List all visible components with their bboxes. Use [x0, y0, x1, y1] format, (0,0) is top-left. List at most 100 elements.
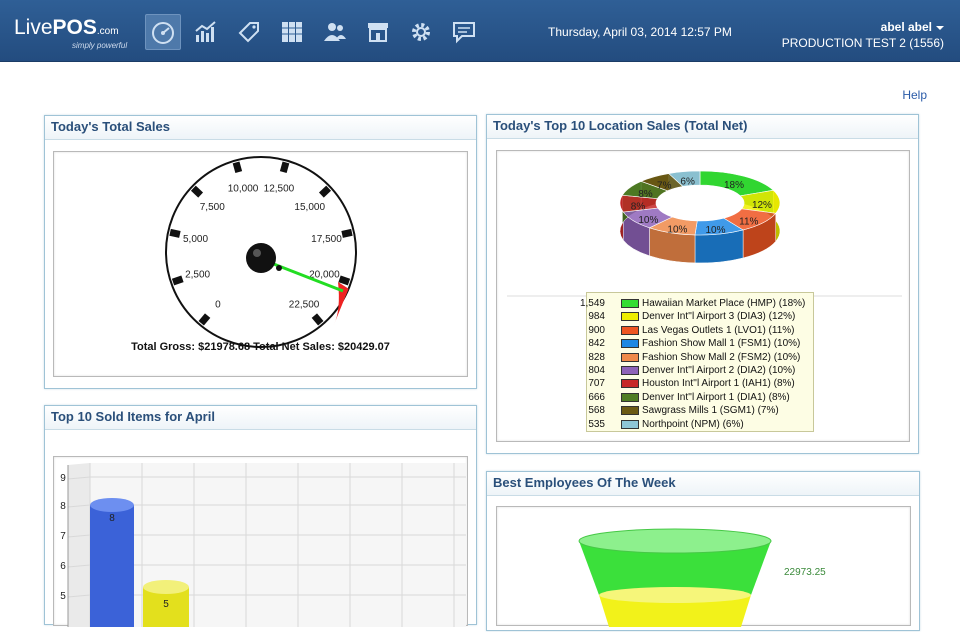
store-icon: [368, 23, 388, 42]
legend-swatch: [621, 366, 639, 375]
user-name: abel abel: [880, 20, 932, 34]
gauge-tick-label: 0: [215, 299, 221, 310]
gauge-tick: [279, 161, 290, 173]
gauge-tick-label: 7,500: [200, 202, 225, 213]
panel-title: Top 10 Sold Items for April: [45, 406, 476, 430]
y-axis-tick-label: 5: [60, 591, 66, 602]
donut-slice-label: 8%: [638, 189, 653, 200]
legend-value: 984: [588, 311, 605, 323]
legend-label: Denver Int''l Airport 2 (DIA2) (10%): [642, 365, 796, 376]
donut-slice-label: 7%: [657, 181, 672, 192]
legend-label: Fashion Show Mall 1 (FSM1) (10%): [642, 338, 801, 350]
donut-slice-label: 11%: [739, 216, 758, 227]
donut-slice-label: 8%: [631, 202, 646, 213]
top-items-bar-chart: 9 8 7 6 5 8 5: [60, 463, 466, 627]
legend-item[interactable]: 842 Fashion Show Mall 1 (FSM1) (10%): [587, 337, 813, 350]
y-axis-tick-label: 8: [60, 501, 66, 512]
gauge-tick-label: 15,000: [294, 202, 325, 213]
gauge-tick-label: 22,500: [289, 299, 320, 310]
gauge-tick: [198, 313, 211, 326]
price-tag-icon: [238, 22, 259, 43]
legend-swatch: [621, 419, 639, 429]
legend-swatch: [621, 406, 639, 416]
legend-item[interactable]: 535 Northpoint (NPM) (6%): [587, 418, 813, 431]
nav-dashboard[interactable]: [145, 14, 181, 50]
current-datetime: Thursday, April 03, 2014 12:57 PM: [548, 25, 732, 39]
legend-label: Sawgrass Mills 1 (SGM1) (7%): [642, 405, 779, 417]
nav-messages[interactable]: [446, 14, 482, 50]
legend-item[interactable]: 666 Denver Int''l Airport 1 (DIA1) (8%): [587, 391, 813, 404]
legend-swatch: [621, 379, 639, 389]
main-nav: [145, 14, 489, 50]
legend-swatch: [621, 339, 639, 349]
legend-item[interactable]: 828 Fashion Show Mall 2 (FSM2) (10%): [587, 351, 813, 364]
legend-item[interactable]: 984 Denver Int''l Airport 3 (DIA3) (12%): [587, 310, 813, 323]
nav-pricing[interactable]: [231, 14, 267, 50]
gauge-tick: [232, 161, 243, 173]
legend-value: 568: [588, 405, 605, 417]
messages-icon: [453, 22, 475, 44]
location-name: PRODUCTION TEST 2 (1556): [781, 36, 944, 50]
chevron-down-icon: [936, 25, 944, 30]
legend-label: Denver Int''l Airport 1 (DIA1) (8%): [642, 391, 790, 403]
legend-item[interactable]: 707 Houston Int''l Airport 1 (IAH1) (8%): [587, 377, 813, 390]
legend-swatch: [621, 312, 639, 322]
legend-item[interactable]: 568 Sawgrass Mills 1 (SGM1) (7%): [587, 404, 813, 417]
reports-icon: [195, 21, 216, 42]
logo-tagline: simply powerful: [72, 41, 128, 50]
legend-label: Fashion Show Mall 2 (FSM2) (10%): [642, 351, 801, 363]
gauge-tick: [169, 228, 181, 238]
panel-title: Today's Total Sales: [45, 116, 476, 140]
y-axis-tick-label: 6: [60, 561, 66, 572]
sales-totals-caption: Total Gross: $21978.68 Total Net Sales: …: [131, 341, 390, 353]
nav-inventory[interactable]: [274, 14, 310, 50]
users-icon: [324, 23, 346, 41]
legend-value: 842: [588, 338, 605, 350]
livepos-logo[interactable]: LivePOS.com simply powerful: [14, 16, 127, 50]
y-axis-tick-label: 9: [60, 473, 66, 484]
gauge-tick: [171, 275, 184, 286]
donut-slice-label: 10%: [638, 215, 658, 226]
legend-swatch: [621, 392, 639, 402]
help-link[interactable]: Help: [902, 88, 927, 102]
legend-value: 666: [588, 391, 605, 403]
nav-reports[interactable]: [188, 14, 224, 50]
settings-icon: [412, 23, 430, 41]
legend-item[interactable]: 1,549 Hawaiian Market Place (HMP) (18%): [580, 297, 813, 310]
bar-item-1[interactable]: 8: [90, 498, 134, 627]
gauge-hub: [246, 243, 276, 273]
legend-label: Las Vegas Outlets 1 (LVO1) (11%): [642, 324, 795, 336]
dashboard-icon: [152, 22, 174, 44]
legend-value: 804: [588, 365, 605, 376]
legend-value: 900: [588, 324, 605, 336]
svg-text:8: 8: [109, 513, 115, 524]
panel-title: Best Employees Of The Week: [487, 472, 919, 496]
legend-label: Hawaiian Market Place (HMP) (18%): [642, 298, 806, 309]
bar-item-2[interactable]: 5: [143, 580, 189, 627]
donut-slice-label: 10%: [667, 224, 687, 235]
legend-swatch: [621, 352, 639, 362]
gauge-tick-label: 10,000: [228, 183, 259, 194]
donut-slice-label: 12%: [752, 200, 772, 211]
gauge-tick: [190, 185, 204, 198]
gauge-tick-label: 5,000: [183, 234, 208, 245]
legend-value: 707: [588, 378, 605, 390]
location-sales-donut: 18%12%11%10%10%10%8%8%7% 6%: [507, 170, 902, 297]
user-menu[interactable]: abel abel PRODUCTION TEST 2 (1556): [782, 19, 944, 51]
top-navigation-bar: LivePOS.com simply powerful Thursday, Ap…: [0, 0, 960, 62]
top-items-panel: Top 10 Sold Items for April 9 8 7 6 5 8 5: [44, 405, 477, 627]
legend-value: 535: [588, 418, 605, 430]
nav-stores[interactable]: [360, 14, 396, 50]
legend-value: 828: [588, 351, 605, 363]
legend-item[interactable]: 804 Denver Int''l Airport 2 (DIA2) (10%): [587, 364, 813, 377]
total-sales-panel: Today's Total Sales 0 2,500 5,000 7,500 10,0…: [44, 115, 477, 389]
bar-chart-frame: 9 8 7 6 5 8 5: [53, 456, 468, 627]
legend-swatch: [621, 299, 639, 308]
nav-customers[interactable]: [317, 14, 353, 50]
gauge-tick: [311, 313, 324, 326]
nav-settings[interactable]: [403, 14, 439, 50]
employee-funnel-chart: 22973.25: [578, 528, 826, 627]
legend-item[interactable]: 900 Las Vegas Outlets 1 (LVO1) (11%): [587, 324, 813, 337]
y-axis-tick-label: 7: [60, 531, 66, 542]
gauge-tick: [338, 275, 351, 286]
